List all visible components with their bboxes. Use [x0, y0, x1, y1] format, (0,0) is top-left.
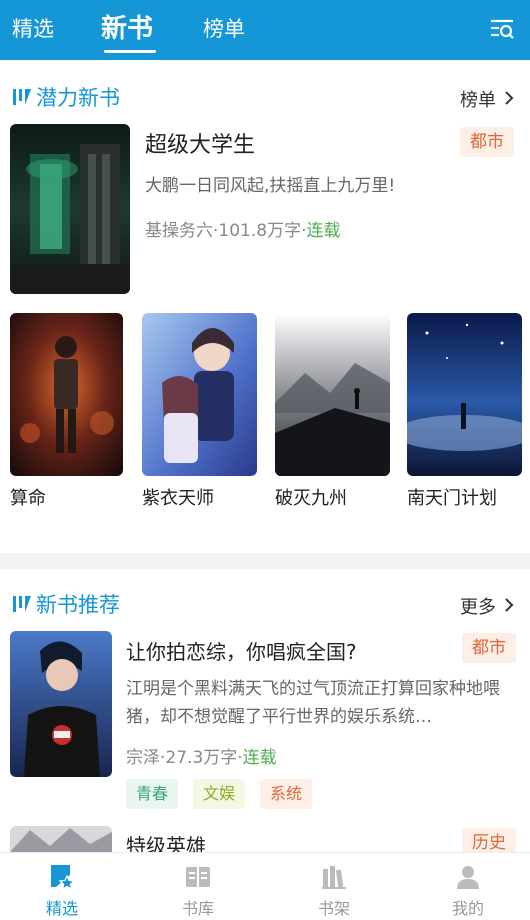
book-desc: 江明是个黑料满天飞的过气顶流正打算回家种地喂猪，却不想觉醒了平行世界的娱乐系统…: [126, 679, 500, 727]
potential-section-header: 潜力新书 榜单: [0, 78, 530, 118]
book-title[interactable]: 南天门计划: [407, 484, 497, 510]
nav-bookshelf[interactable]: 书架: [294, 853, 374, 920]
book-cover[interactable]: [10, 631, 112, 777]
keyword-tag[interactable]: 青春: [126, 779, 179, 809]
book-cover[interactable]: [10, 826, 112, 852]
top-bar: 精选 新书 榜单: [0, 0, 530, 60]
chevron-right-icon[interactable]: [502, 597, 516, 613]
book-open-icon: [186, 867, 210, 887]
book-title[interactable]: 破灭九州: [275, 484, 347, 510]
section-mark-icon: [13, 596, 31, 612]
user-icon: [457, 866, 479, 889]
featured-book-desc: 大鹏一日同风起,扶摇直上九万里!: [145, 176, 396, 196]
featured-book-meta: 基操务六·101.8万字·连载: [145, 216, 340, 241]
book-cover[interactable]: [142, 313, 257, 476]
word-count: 101.8万字: [218, 221, 302, 241]
tab-rankings[interactable]: 榜单: [203, 0, 245, 60]
nav-library[interactable]: 书库: [158, 853, 238, 920]
genre-tag: 都市: [462, 633, 516, 663]
author: 基操务六: [145, 221, 213, 241]
bottom-nav: 精选 书库 书架 我的: [0, 852, 530, 920]
author: 宗泽: [126, 748, 160, 768]
recommend-section-header: 新书推荐 更多: [0, 585, 530, 625]
nav-profile[interactable]: 我的: [428, 853, 508, 920]
rankings-link[interactable]: 榜单: [460, 86, 496, 112]
featured-book-title[interactable]: 超级大学生: [145, 127, 255, 159]
book-cover[interactable]: [275, 313, 390, 476]
book-cover[interactable]: [407, 313, 522, 476]
active-tab-indicator: [104, 50, 156, 53]
section-divider: [0, 553, 530, 569]
tab-featured[interactable]: 精选: [12, 0, 54, 60]
status-label: 连载: [306, 221, 341, 241]
section-title: 潜力新书: [36, 86, 120, 110]
book-title[interactable]: 让你拍恋综，你唱疯全国?: [126, 636, 357, 665]
featured-star-book-icon: [51, 865, 76, 891]
keyword-tag[interactable]: 文娱: [193, 779, 246, 809]
book-title[interactable]: 算命: [10, 484, 46, 510]
chevron-right-icon[interactable]: [502, 90, 516, 106]
nav-label: 书架: [317, 899, 350, 918]
book-cover[interactable]: [10, 124, 130, 294]
word-count: 27.3万字: [165, 748, 238, 768]
book-cover[interactable]: [10, 313, 123, 476]
nav-label: 书库: [181, 899, 214, 918]
genre-tag: 都市: [460, 127, 514, 157]
keyword-tag[interactable]: 系统: [260, 779, 313, 809]
section-mark-icon: [13, 89, 31, 105]
book-title[interactable]: 紫衣天师: [142, 484, 214, 510]
more-link[interactable]: 更多: [460, 593, 496, 619]
search-list-icon[interactable]: [488, 15, 516, 43]
section-title: 新书推荐: [36, 593, 120, 617]
nav-label: 精选: [45, 899, 78, 918]
status-label: 连载: [242, 748, 277, 768]
nav-featured[interactable]: 精选: [22, 853, 102, 920]
bookshelf-icon: [322, 866, 346, 889]
nav-label: 我的: [451, 899, 484, 918]
book-meta: 宗泽·27.3万字·连载: [126, 743, 277, 768]
